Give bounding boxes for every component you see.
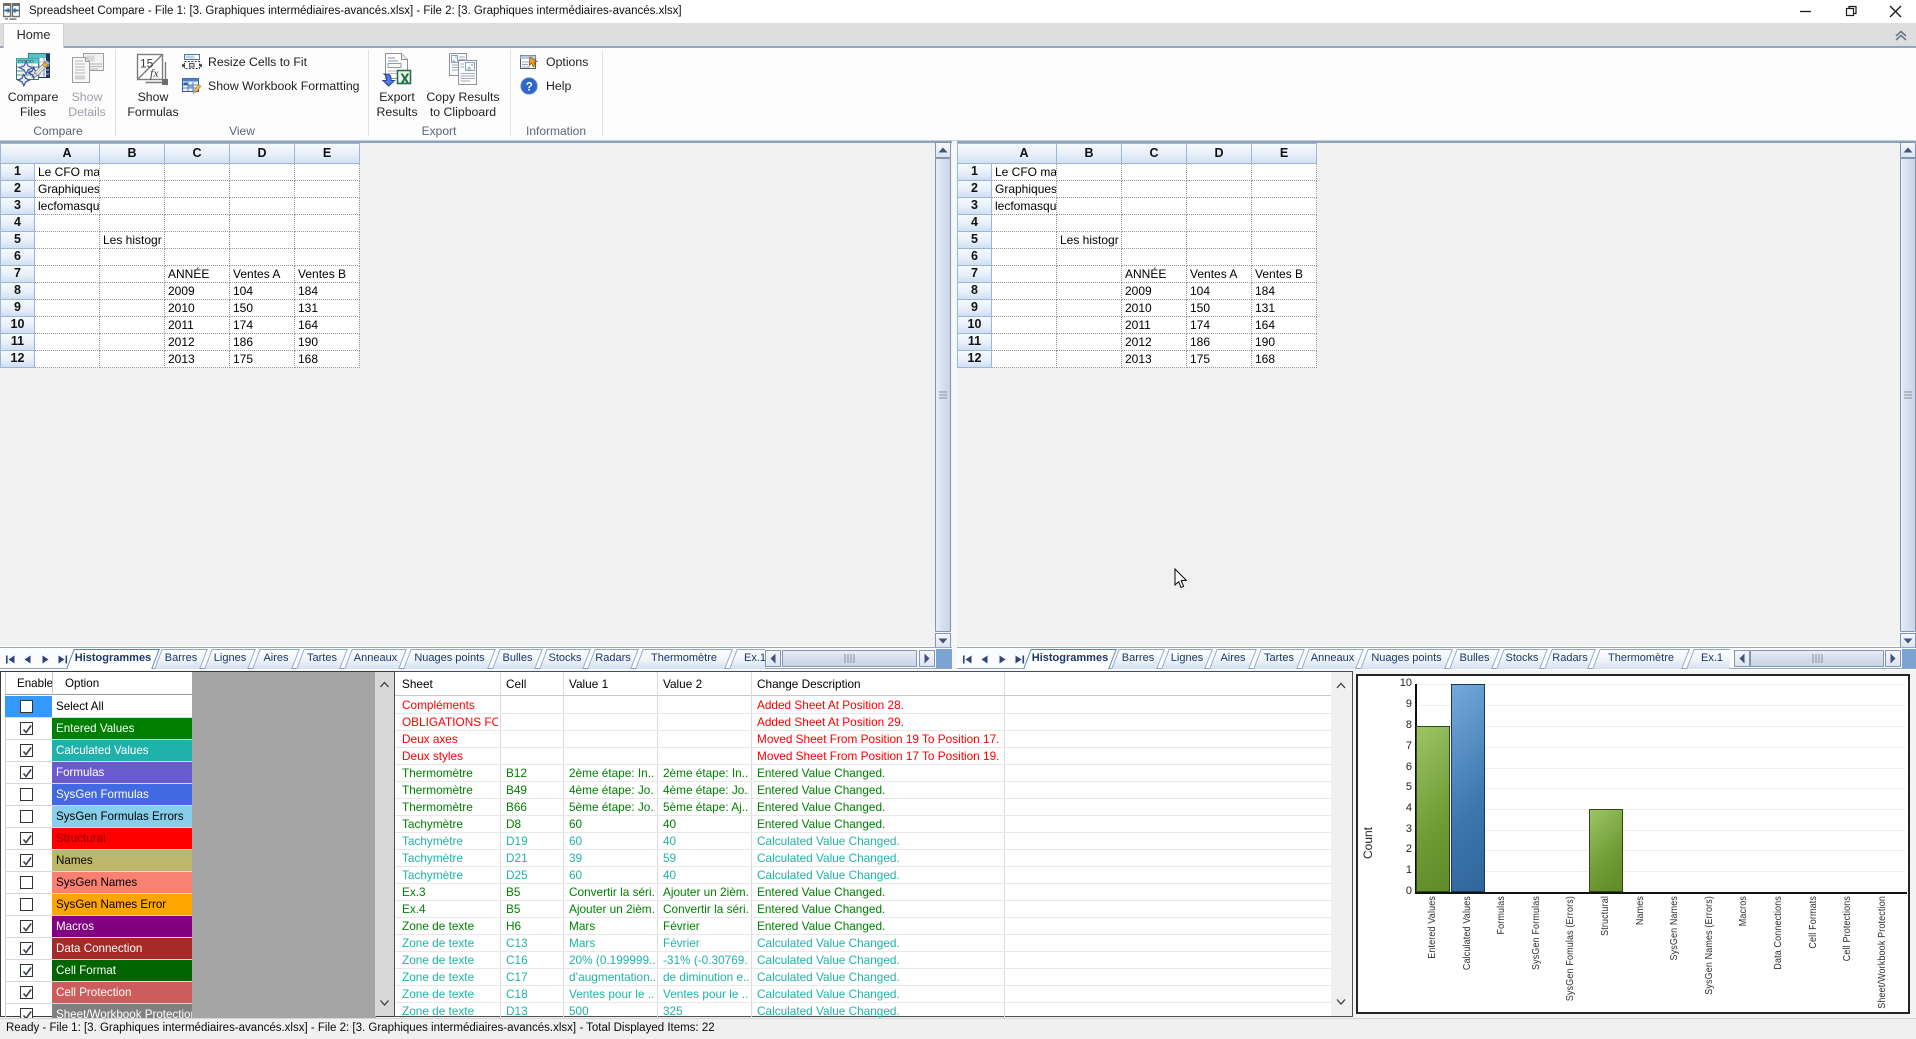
svg-text:?: ? xyxy=(526,81,533,93)
svg-text:fx: fx xyxy=(150,66,159,80)
